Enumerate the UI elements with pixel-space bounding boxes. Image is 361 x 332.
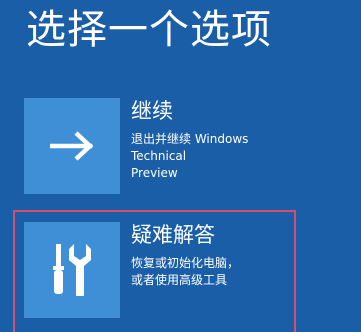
continue-desc-line1: 退出并继续 Windows Technical bbox=[131, 132, 249, 163]
troubleshoot-description: 恢复或初始化电脑， 或者使用高级工具 bbox=[131, 255, 301, 289]
troubleshoot-option[interactable]: 疑难解答 恢复或初始化电脑， 或者使用高级工具 bbox=[24, 222, 324, 332]
tools-icon bbox=[47, 240, 97, 300]
troubleshoot-desc-line1: 恢复或初始化电脑， bbox=[131, 256, 240, 270]
page-title: 选择一个选项 bbox=[26, 7, 272, 53]
continue-description: 退出并继续 Windows Technical Preview bbox=[131, 131, 291, 182]
continue-option[interactable]: 继续 退出并继续 Windows Technical Preview bbox=[24, 98, 324, 194]
continue-heading: 继续 bbox=[131, 99, 173, 123]
continue-tile[interactable] bbox=[24, 98, 120, 194]
boot-options-screen: 选择一个选项 继续 退出并继续 Windows Technical Previe… bbox=[0, 0, 361, 332]
continue-desc-line2: Preview bbox=[131, 166, 178, 180]
arrow-right-icon bbox=[50, 131, 94, 161]
troubleshoot-heading: 疑难解答 bbox=[131, 223, 215, 247]
troubleshoot-desc-line2: 或者使用高级工具 bbox=[131, 273, 228, 287]
troubleshoot-tile[interactable] bbox=[24, 222, 120, 318]
